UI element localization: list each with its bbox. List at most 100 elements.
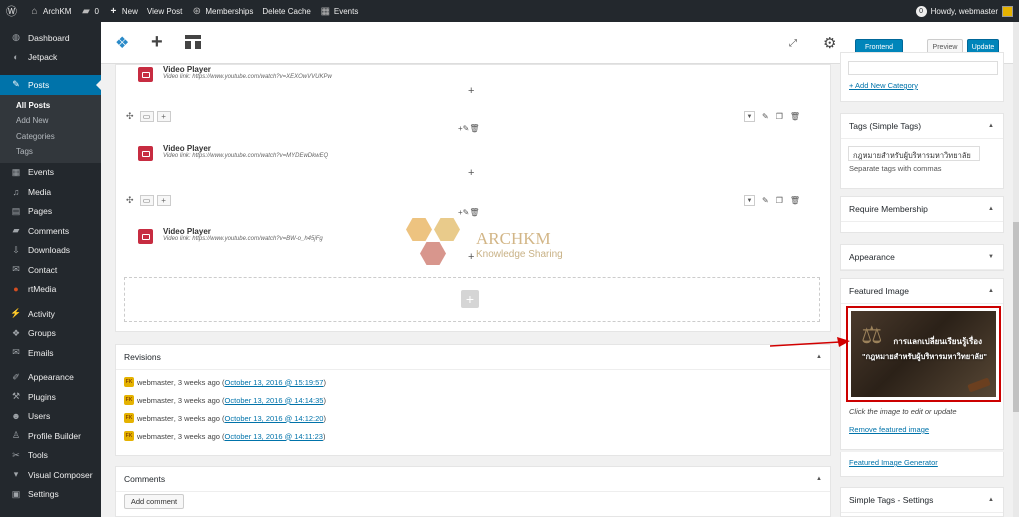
memberships-link[interactable]: ⊛ Memberships — [191, 6, 254, 17]
add-new-category-link[interactable]: + Add New Category — [849, 81, 918, 90]
sidebar-item-profile-builder[interactable]: ♙ Profile Builder — [0, 426, 101, 446]
featured-image[interactable]: ⚖ การแลกเปลี่ยนเรียนรู้เรื่อง "กฎหมายสำห… — [846, 306, 1001, 402]
featured-image-header[interactable]: Featured Image ▲ — [841, 279, 1003, 304]
sidebar-item-rtmedia[interactable]: ● rtMedia — [0, 280, 101, 300]
notification-badge[interactable]: 0 — [915, 5, 927, 17]
require-membership-box: Require Membership ▲ — [840, 196, 1004, 233]
toggle-icon[interactable]: ▲ — [988, 206, 994, 212]
toggle-icon[interactable]: ▲ — [988, 288, 994, 294]
clone-row-icon[interactable]: ❐ — [776, 112, 783, 121]
clone-row-icon[interactable]: ❐ — [776, 196, 783, 205]
simple-tags-settings-box: Simple Tags - Settings ▲ — [840, 487, 1004, 517]
sidebar-item-media[interactable]: ♫ Media — [0, 182, 101, 202]
row-layout-icon[interactable]: ▭ — [139, 111, 154, 122]
delete-row-icon[interactable]: 🗑 — [790, 196, 800, 205]
revision-link[interactable]: October 13, 2016 @ 14:11:23 — [225, 432, 323, 441]
view-post-link[interactable]: View Post — [147, 7, 182, 16]
toggle-icon[interactable]: ▲ — [816, 476, 822, 482]
sidebar-item-appearance[interactable]: ✐ Appearance — [0, 368, 101, 388]
watermark-title: ARCHKM — [476, 228, 551, 248]
wordpress-icon[interactable]: Ⓦ — [6, 3, 20, 19]
featured-image-text-2: "กฎหมายสำหรับผู้บริหารมหาวิทยาลัย" — [862, 352, 987, 361]
media-icon: ♫ — [12, 186, 20, 197]
sidebar-item-users[interactable]: ☻ Users — [0, 407, 101, 427]
activity-icon: ⚡ — [10, 308, 22, 319]
sidebar-item-events[interactable]: ▦ Events — [0, 163, 101, 183]
categories-field[interactable] — [848, 61, 998, 75]
toggle-row-icon[interactable]: ▼ — [744, 195, 755, 206]
visual-composer-logo-icon[interactable]: ❖ — [115, 33, 129, 53]
tags-header[interactable]: Tags (Simple Tags) ▲ — [841, 114, 1003, 139]
row-layout-icon[interactable]: ▭ — [139, 195, 154, 206]
sidebar-item-settings[interactable]: ▣ Settings — [0, 485, 101, 505]
sidebar-item-downloads[interactable]: ⇩ Downloads — [0, 241, 101, 261]
avatar: FK — [124, 377, 134, 387]
sidebar-item-tools[interactable]: ✂ Tools — [0, 446, 101, 466]
rtmedia-icon: ● — [13, 284, 19, 295]
templates-icon[interactable] — [185, 35, 201, 49]
add-comment-button[interactable]: Add comment — [124, 494, 184, 509]
appearance-header[interactable]: Appearance ▼ — [841, 245, 1003, 270]
add-to-column-icon[interactable]: + — [468, 167, 474, 179]
sidebar-item-posts[interactable]: ✎ Posts — [0, 75, 101, 95]
sidebar-item-pages[interactable]: ▤ Pages — [0, 202, 101, 222]
add-to-column-icon[interactable]: + — [468, 85, 474, 97]
tags-input[interactable]: กฎหมายสำหรับผู้บริหารมหาวิทยาลัย — [848, 146, 980, 161]
page-scrollbar[interactable] — [1013, 22, 1019, 517]
revision-link[interactable]: October 13, 2016 @ 14:12:20 — [225, 414, 324, 423]
video-player-element[interactable]: Video Player Video link: https://www.yout… — [138, 65, 332, 82]
featured-image-generator-link[interactable]: Featured Image Generator — [849, 458, 938, 467]
drag-icon[interactable]: ✣ — [126, 195, 134, 206]
scales-of-justice-icon: ⚖ — [861, 322, 883, 349]
site-name-link[interactable]: ⌂ ArchKM — [29, 6, 71, 17]
events-link[interactable]: ▦ Events — [320, 6, 359, 17]
add-element-icon[interactable]: + — [151, 31, 163, 54]
categories-box: + Add New Category — [840, 52, 1004, 102]
sidebar-item-contact[interactable]: ✉ Contact — [0, 260, 101, 280]
sidebar-item-emails[interactable]: ✉ Emails — [0, 343, 101, 363]
revision-link[interactable]: October 13, 2016 @ 15:19:57 — [225, 378, 324, 387]
column-tools[interactable]: +✎🗑 — [458, 208, 480, 217]
delete-row-icon[interactable]: 🗑 — [790, 112, 800, 121]
add-row-button[interactable]: + — [461, 290, 479, 308]
calendar-icon: ▦ — [11, 166, 21, 177]
comments-link[interactable]: ▰ 0 — [80, 6, 99, 17]
video-player-element[interactable]: Video Player Video link: https://www.yout… — [138, 144, 328, 161]
video-player-element[interactable]: Video Player Video link: https://www.yout… — [138, 227, 323, 244]
membership-header[interactable]: Require Membership ▲ — [841, 197, 1003, 222]
revision-link[interactable]: October 13, 2016 @ 14:14:35 — [225, 396, 324, 405]
add-column-icon[interactable]: + — [156, 111, 171, 122]
sidebar-item-groups[interactable]: ❖ Groups — [0, 324, 101, 344]
settings-gear-icon[interactable]: ⚙ — [823, 34, 836, 52]
sidebar-item-activity[interactable]: ⚡ Activity — [0, 304, 101, 324]
comments-header[interactable]: Comments ▲ — [116, 467, 830, 492]
edit-row-icon[interactable]: ✎ — [762, 196, 769, 205]
toggle-icon[interactable]: ▲ — [988, 123, 994, 129]
sidebar-item-jetpack[interactable]: ◐ Jetpack — [0, 48, 101, 68]
add-column-icon[interactable]: + — [156, 195, 171, 206]
submenu-all-posts[interactable]: All Posts — [0, 98, 101, 114]
new-content-link[interactable]: + New — [108, 6, 137, 17]
sidebar-item-visual-composer[interactable]: ▾ Visual Composer — [0, 465, 101, 485]
column-tools[interactable]: +✎🗑 — [458, 124, 480, 133]
my-account[interactable]: 0 Howdy, webmaster — [915, 5, 1013, 17]
fullscreen-icon[interactable]: ⤢ — [789, 38, 797, 49]
sidebar-item-comments[interactable]: ▰ Comments — [0, 221, 101, 241]
toggle-icon[interactable]: ▲ — [988, 497, 994, 503]
video-link: Video link: https://www.youtube.com/watc… — [163, 74, 332, 80]
submenu-add-new[interactable]: Add New — [0, 113, 101, 129]
sidebar-item-plugins[interactable]: ⚒ Plugins — [0, 387, 101, 407]
toggle-row-icon[interactable]: ▼ — [744, 111, 755, 122]
delete-cache-link[interactable]: Delete Cache — [262, 7, 310, 16]
submenu-tags[interactable]: Tags — [0, 144, 101, 160]
sidebar-item-dashboard[interactable]: ◍ Dashboard — [0, 28, 101, 48]
drag-icon[interactable]: ✣ — [126, 111, 134, 122]
toggle-icon[interactable]: ▼ — [988, 254, 994, 260]
scrollbar-thumb[interactable] — [1013, 222, 1019, 412]
submenu-categories[interactable]: Categories — [0, 129, 101, 145]
toggle-icon[interactable]: ▲ — [816, 354, 822, 360]
simple-tags-settings-header[interactable]: Simple Tags - Settings ▲ — [841, 488, 1003, 513]
edit-row-icon[interactable]: ✎ — [762, 112, 769, 121]
remove-featured-image-link[interactable]: Remove featured image — [849, 425, 929, 434]
revisions-header[interactable]: Revisions ▲ — [116, 345, 830, 370]
